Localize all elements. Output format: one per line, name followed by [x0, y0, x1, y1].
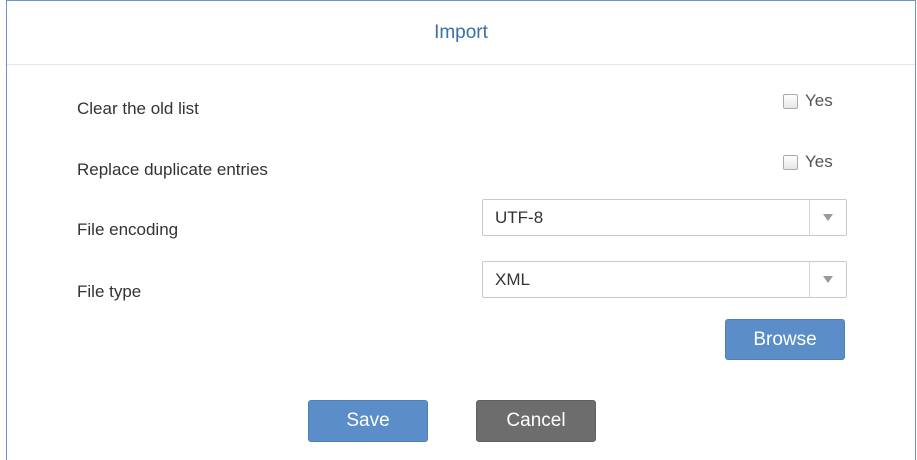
browse-button[interactable]: Browse	[725, 319, 845, 360]
clear-old-list-checkbox[interactable]: Yes	[783, 91, 833, 111]
file-encoding-select[interactable]: UTF-8	[482, 199, 847, 236]
replace-duplicates-label: Replace duplicate entries	[77, 160, 268, 179]
clear-old-list-label: Clear the old list	[77, 99, 199, 118]
import-dialog: Import Clear the old list Yes Replace du…	[6, 0, 916, 460]
save-button[interactable]: Save	[308, 400, 428, 442]
replace-duplicates-checkbox-box[interactable]	[783, 154, 798, 170]
file-type-select[interactable]: XML	[482, 261, 847, 298]
dialog-title: Import	[434, 21, 488, 43]
file-type-value: XML	[495, 270, 530, 289]
chevron-down-icon	[823, 276, 833, 283]
file-type-label: File type	[77, 282, 142, 301]
dialog-header: Import	[7, 1, 915, 65]
chevron-down-icon	[823, 214, 833, 221]
file-encoding-dropdown-toggle[interactable]	[809, 200, 846, 235]
file-type-dropdown-toggle[interactable]	[809, 262, 846, 297]
file-encoding-label: File encoding	[77, 220, 179, 239]
cancel-button[interactable]: Cancel	[476, 400, 596, 442]
clear-old-list-checkbox-box[interactable]	[783, 93, 798, 109]
replace-duplicates-checkbox[interactable]: Yes	[783, 152, 833, 172]
clear-old-list-checkbox-label: Yes	[805, 91, 833, 110]
file-encoding-value: UTF-8	[495, 208, 544, 227]
replace-duplicates-checkbox-label: Yes	[805, 152, 833, 171]
